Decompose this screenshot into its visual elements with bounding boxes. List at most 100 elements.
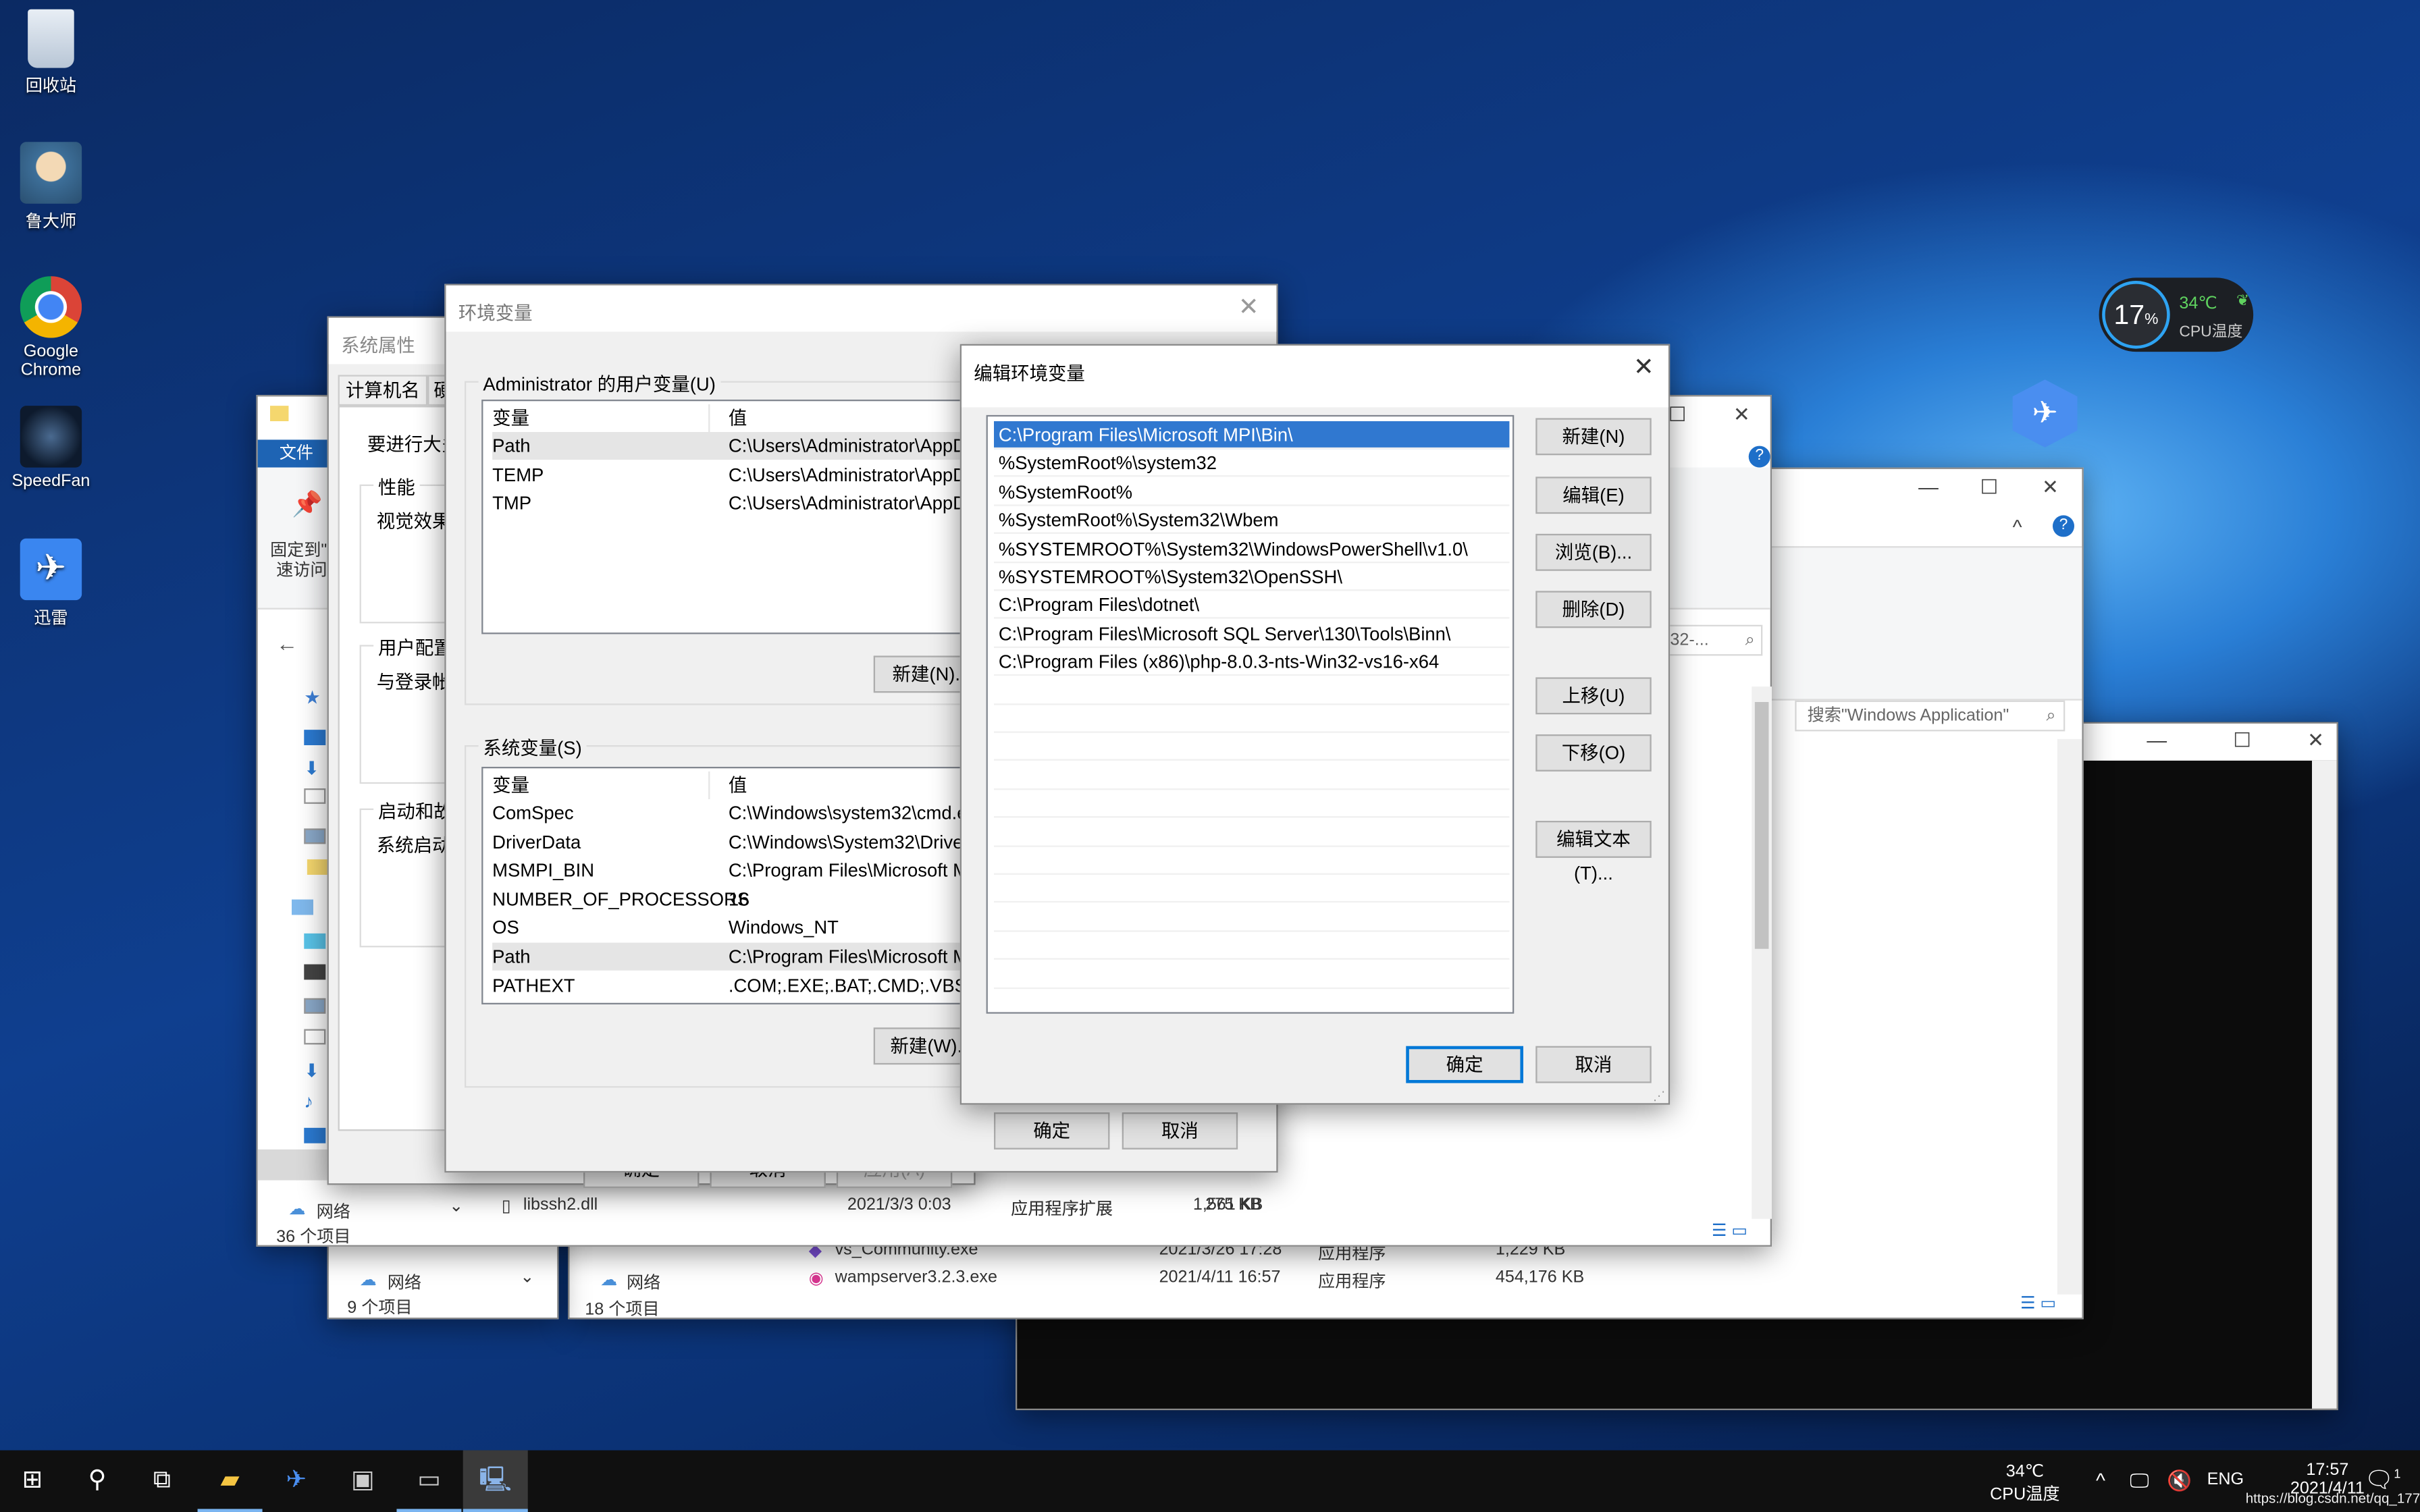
videos-icon[interactable] bbox=[304, 964, 326, 980]
volume-muted-icon[interactable]: 🔇 bbox=[2167, 1469, 2192, 1494]
input-language[interactable]: ENG bbox=[2207, 1470, 2244, 1488]
back-icon[interactable]: ← bbox=[276, 631, 298, 656]
show-hidden-icons-icon[interactable]: ^ bbox=[2096, 1469, 2105, 1492]
path-entry[interactable]: C:\Program Files\Microsoft MPI\Bin\ bbox=[993, 421, 1510, 450]
path-entry[interactable]: %SYSTEMROOT%\System32\OpenSSH\ bbox=[993, 563, 1510, 591]
minimize-icon[interactable]: — bbox=[2147, 728, 2167, 751]
desktop-icon-chrome[interactable]: Google Chrome bbox=[6, 276, 96, 379]
cancel-button[interactable]: 取消 bbox=[1122, 1112, 1238, 1150]
maximize-icon[interactable]: ☐ bbox=[1668, 403, 1687, 428]
nav-network[interactable]: 网络 bbox=[627, 1270, 660, 1295]
desktop-icon-speedfan[interactable]: SpeedFan bbox=[6, 406, 96, 491]
details-view-icon[interactable]: ☰ ▭ bbox=[1712, 1220, 1747, 1240]
delete-entry-button[interactable]: 删除(D) bbox=[1535, 591, 1652, 628]
empty-path-entry[interactable] bbox=[993, 847, 1510, 875]
music-icon[interactable]: ♪ bbox=[304, 1091, 325, 1112]
scrollbar[interactable] bbox=[1752, 686, 1772, 1219]
empty-path-entry[interactable] bbox=[993, 875, 1510, 904]
nav-network[interactable]: 网络 bbox=[317, 1199, 350, 1224]
ok-button[interactable]: 确定 bbox=[993, 1112, 1110, 1150]
desktop-icon[interactable] bbox=[304, 730, 326, 745]
taskbar-console[interactable]: ▭ bbox=[396, 1451, 462, 1512]
empty-path-entry[interactable] bbox=[993, 734, 1510, 761]
col-header-var[interactable]: 变量 bbox=[492, 774, 529, 796]
taskbar-remote-desktop[interactable]: ▣ bbox=[330, 1451, 395, 1512]
close-icon[interactable]: ✕ bbox=[2042, 475, 2059, 500]
close-icon[interactable]: ✕ bbox=[2307, 728, 2324, 753]
nav-network[interactable]: 网络 bbox=[388, 1270, 421, 1295]
maximize-icon[interactable]: ☐ bbox=[1980, 475, 1999, 500]
move-up-button[interactable]: 上移(U) bbox=[1535, 677, 1652, 715]
scroll-down-icon[interactable]: ⌄ bbox=[449, 1195, 463, 1216]
tab-file[interactable]: 文件 bbox=[257, 439, 335, 468]
scroll-down-icon[interactable]: ⌄ bbox=[520, 1267, 534, 1287]
browse-button[interactable]: 浏览(B)... bbox=[1535, 533, 1652, 571]
documents-icon[interactable] bbox=[304, 788, 326, 804]
tab-computer-name[interactable]: 计算机名 bbox=[338, 375, 428, 406]
search-button[interactable]: ⚲ bbox=[65, 1451, 130, 1512]
empty-path-entry[interactable] bbox=[993, 676, 1510, 705]
empty-path-entry[interactable] bbox=[993, 790, 1510, 818]
this-pc-icon[interactable] bbox=[291, 899, 313, 915]
task-view-button[interactable]: ⧉ bbox=[130, 1451, 194, 1512]
cpu-widget[interactable]: 17% 34℃ ❦ CPU温度 bbox=[2099, 277, 2254, 352]
path-entry[interactable]: %SystemRoot%\System32\Wbem bbox=[993, 506, 1510, 535]
pictures-icon[interactable] bbox=[304, 828, 326, 844]
move-down-button[interactable]: 下移(O) bbox=[1535, 734, 1652, 772]
desktop-icon-xunlei[interactable]: ✈ 迅雷 bbox=[6, 538, 96, 630]
scrollbar[interactable] bbox=[2311, 760, 2337, 1409]
downloads-icon[interactable]: ⬇ bbox=[304, 757, 325, 779]
documents-icon[interactable] bbox=[304, 1029, 326, 1045]
pin-icon[interactable]: 📌 bbox=[292, 489, 323, 520]
empty-path-entry[interactable] bbox=[993, 705, 1510, 733]
edit-entry-button[interactable]: 编辑(E) bbox=[1535, 477, 1652, 514]
pictures-icon[interactable] bbox=[304, 998, 326, 1014]
cancel-button[interactable]: 取消 bbox=[1535, 1046, 1652, 1083]
empty-path-entry[interactable] bbox=[993, 932, 1510, 961]
notification-icon[interactable]: 🗨1 bbox=[2365, 1465, 2401, 1494]
tray-cpu-temp[interactable]: 34℃ CPU温度 bbox=[1978, 1461, 2071, 1506]
3d-objects-icon[interactable] bbox=[304, 933, 326, 949]
minimize-icon[interactable]: — bbox=[1918, 475, 1939, 498]
edit-environment-variable-dialog[interactable]: 编辑环境变量 ✕ C:\Program Files\Microsoft MPI\B… bbox=[959, 344, 1671, 1105]
ok-button[interactable]: 确定 bbox=[1406, 1046, 1523, 1083]
close-icon[interactable]: ✕ bbox=[1625, 352, 1662, 385]
close-icon[interactable]: ✕ bbox=[1230, 292, 1267, 325]
details-view-icon[interactable]: ☰ ▭ bbox=[2020, 1293, 2056, 1313]
path-entry[interactable]: %SystemRoot%\system32 bbox=[993, 450, 1510, 478]
folder-icon[interactable] bbox=[307, 859, 329, 875]
start-button[interactable]: ⊞ bbox=[0, 1451, 65, 1512]
col-header-val[interactable]: 值 bbox=[729, 772, 747, 799]
scrollbar[interactable] bbox=[2057, 738, 2082, 1295]
col-header-var[interactable]: 变量 bbox=[492, 407, 529, 429]
empty-path-entry[interactable] bbox=[993, 819, 1510, 846]
path-entry[interactable]: C:\Program Files\dotnet\ bbox=[993, 591, 1510, 620]
path-entries-list[interactable]: C:\Program Files\Microsoft MPI\Bin\ %Syst… bbox=[986, 414, 1515, 1014]
help-icon[interactable]: ? bbox=[2052, 515, 2074, 537]
new-entry-button[interactable]: 新建(N) bbox=[1535, 418, 1652, 456]
empty-path-entry[interactable] bbox=[993, 762, 1510, 790]
path-entry[interactable]: %SystemRoot% bbox=[993, 478, 1510, 506]
empty-path-entry[interactable] bbox=[993, 904, 1510, 932]
taskbar-explorer[interactable]: ▰ bbox=[197, 1451, 263, 1512]
maximize-icon[interactable]: ☐ bbox=[2233, 728, 2251, 753]
edit-text-button[interactable]: 编辑文本(T)... bbox=[1535, 820, 1652, 884]
quick-access-icon[interactable]: ★ bbox=[304, 686, 325, 708]
taskbar-xunlei[interactable]: ✈ bbox=[264, 1451, 329, 1512]
taskbar-system-properties[interactable]: 🖳 bbox=[463, 1450, 528, 1512]
search-input[interactable]: n32-... ⌕ bbox=[1654, 624, 1763, 656]
empty-path-entry[interactable] bbox=[994, 989, 1509, 1012]
desktop-icon-recycle-bin[interactable]: 回收站 bbox=[6, 9, 96, 97]
close-icon[interactable]: ✕ bbox=[1733, 403, 1750, 428]
path-entry[interactable]: %SYSTEMROOT%\System32\WindowsPowerShell\… bbox=[993, 535, 1510, 563]
resize-grip-icon[interactable]: ⋰ bbox=[1653, 1089, 1665, 1104]
downloads-icon[interactable]: ⬇ bbox=[304, 1060, 325, 1081]
path-entry[interactable]: C:\Program Files\Microsoft SQL Server\13… bbox=[993, 620, 1510, 648]
empty-path-entry[interactable] bbox=[993, 961, 1510, 989]
search-input[interactable]: 搜索"Windows Application" ⌕ bbox=[1795, 700, 2066, 732]
col-header-val[interactable]: 值 bbox=[729, 404, 747, 432]
desktop-icon-ludashi[interactable]: 鲁大师 bbox=[6, 142, 96, 233]
desktop-icon[interactable] bbox=[304, 1127, 326, 1143]
path-entry[interactable]: C:\Program Files (x86)\php-8.0.3-nts-Win… bbox=[993, 648, 1510, 676]
network-icon[interactable]: 🖵 bbox=[2130, 1469, 2149, 1494]
